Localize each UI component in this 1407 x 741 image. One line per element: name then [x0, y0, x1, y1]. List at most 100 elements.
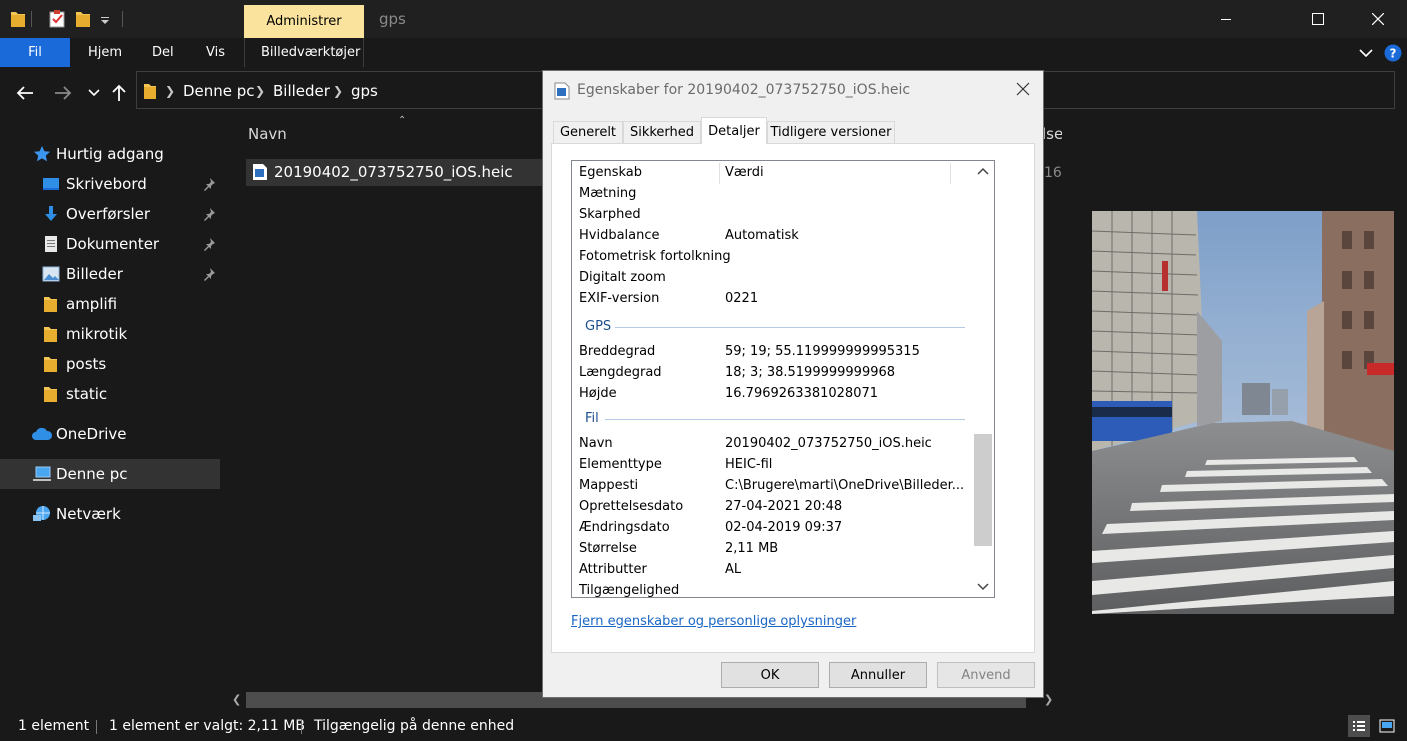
new-folder-icon[interactable] — [74, 9, 92, 29]
recent-locations-button[interactable] — [82, 81, 106, 105]
group-divider — [615, 327, 965, 328]
maximize-icon — [1312, 13, 1324, 25]
folder-icon — [9, 9, 27, 29]
property-row[interactable]: Mappesti C:\Brugere\marti\OneDrive\Billed… — [572, 475, 972, 496]
properties-icon[interactable] — [48, 9, 66, 29]
folder-icon — [42, 355, 60, 373]
breadcrumb-gps[interactable]: gps — [351, 82, 378, 100]
cancel-button[interactable]: Annuller — [829, 662, 927, 688]
sidebar-item-hurtig-adgang[interactable]: Hurtig adgang — [0, 139, 220, 169]
group-header-fil[interactable]: Fil — [585, 409, 965, 429]
breadcrumb-denne-pc[interactable]: Denne pc — [183, 82, 255, 100]
sidebar-item-onedrive[interactable]: OneDrive — [0, 419, 220, 449]
property-name: Højde — [579, 386, 617, 401]
property-row[interactable]: Elementtype HEIC-fil — [572, 454, 972, 475]
file-row[interactable]: 20190402_073752750_iOS.heic — [246, 159, 546, 186]
breadcrumb-separator-icon[interactable]: ❯ — [255, 84, 265, 98]
column-header-size[interactable]: lse — [1042, 125, 1063, 143]
large-icons-view-button[interactable] — [1376, 715, 1398, 737]
tab-sikkerhed[interactable]: Sikkerhed — [623, 121, 701, 143]
preview-pane — [1062, 119, 1407, 709]
property-row[interactable]: Digitalt zoom — [572, 267, 972, 288]
breadcrumb-separator-icon[interactable]: ❯ — [333, 84, 343, 98]
property-row[interactable]: Højde 16.7969263381028071 — [572, 383, 972, 404]
back-button[interactable] — [13, 81, 37, 105]
tab-billedvaerktojer[interactable]: Billedværktøjer — [261, 38, 360, 67]
scroll-left-icon[interactable]: ❮ — [232, 693, 241, 706]
property-row[interactable]: Navn 20190402_073752750_iOS.heic — [572, 433, 972, 454]
chevron-up-icon[interactable] — [977, 166, 989, 178]
close-window-button[interactable] — [1355, 0, 1401, 38]
contextual-tab-administrer[interactable]: Administrer — [244, 5, 364, 38]
scrollbar-thumb[interactable] — [974, 434, 992, 546]
property-row[interactable]: Længdegrad 18; 3; 38.5199999999968 — [572, 362, 972, 383]
apply-button[interactable]: Anvend — [937, 662, 1035, 688]
properties-list[interactable]: Egenskab Værdi Mætning Skarphed Hvidbala… — [571, 160, 995, 598]
desktop-folder-icon — [42, 175, 60, 193]
ribbon-tabs: Fil Hjem Del Vis Billedværktøjer ? — [0, 38, 1407, 67]
tab-fil[interactable]: Fil — [0, 38, 70, 67]
sidebar-item-dokumenter[interactable]: Dokumenter — [0, 229, 220, 259]
cloud-icon — [31, 425, 53, 443]
property-row[interactable]: Breddegrad 59; 19; 55.119999999995315 — [572, 341, 972, 362]
breadcrumb-billeder[interactable]: Billeder — [273, 82, 330, 100]
property-row[interactable]: Oprettelsesdato 27-04-2021 20:48 — [572, 496, 972, 517]
breadcrumb-separator-icon[interactable]: ❯ — [165, 84, 175, 98]
tab-hjem[interactable]: Hjem — [88, 38, 122, 67]
sidebar-item-skrivebord[interactable]: Skrivebord — [0, 169, 220, 199]
sidebar-item-overforsler[interactable]: Overførsler — [0, 199, 220, 229]
close-icon — [1372, 13, 1384, 25]
sidebar-item-label: Skrivebord — [66, 175, 147, 193]
dialog-title: Egenskaber for 20190402_073752750_iOS.he… — [577, 82, 911, 98]
property-value: 20190402_073752750_iOS.heic — [725, 436, 932, 451]
property-row[interactable]: Attributter AL — [572, 559, 972, 580]
column-header-vaerdi[interactable]: Værdi — [725, 165, 764, 180]
property-name: Elementtype — [579, 457, 662, 472]
column-divider[interactable] — [950, 163, 951, 184]
remove-properties-link[interactable]: Fjern egenskaber og personlige oplysning… — [571, 614, 856, 629]
arrow-right-icon — [55, 86, 72, 100]
property-row[interactable]: Fotometrisk fortolkning — [572, 246, 972, 267]
sidebar-item-netvaerk[interactable]: Netværk — [0, 499, 220, 529]
property-row[interactable]: Tilgængelighed — [572, 580, 972, 597]
property-row[interactable]: Skarphed — [572, 204, 972, 225]
property-name: Attributter — [579, 562, 647, 577]
chevron-down-icon[interactable] — [977, 580, 989, 592]
details-view-button[interactable] — [1348, 715, 1370, 737]
expand-ribbon-button[interactable] — [1359, 38, 1377, 67]
property-value: 0221 — [725, 291, 759, 306]
column-header-egenskab[interactable]: Egenskab — [579, 165, 642, 180]
sidebar-item-denne-pc[interactable]: Denne pc — [0, 459, 220, 489]
vertical-scrollbar[interactable] — [972, 161, 994, 597]
maximize-button[interactable] — [1295, 0, 1341, 38]
sidebar-item-mikrotik[interactable]: mikrotik — [0, 319, 220, 349]
up-button[interactable] — [107, 81, 131, 105]
sidebar-item-static[interactable]: static — [0, 379, 220, 409]
tab-detaljer[interactable]: Detaljer — [701, 117, 767, 144]
ok-button[interactable]: OK — [721, 662, 819, 688]
tab-vis[interactable]: Vis — [206, 38, 225, 67]
help-button[interactable]: ? — [1384, 38, 1402, 67]
group-header-gps[interactable]: GPS — [585, 317, 965, 337]
minimize-button[interactable] — [1203, 0, 1249, 38]
tab-tidligere-versioner[interactable]: Tidligere versioner — [767, 121, 895, 143]
large-icons-view-icon — [1379, 719, 1395, 733]
property-row[interactable]: Mætning — [572, 183, 972, 204]
tab-del[interactable]: Del — [152, 38, 174, 67]
scroll-right-icon[interactable]: ❯ — [1044, 693, 1053, 706]
column-divider[interactable] — [719, 163, 720, 184]
computer-icon — [32, 465, 52, 483]
customize-quick-access-icon[interactable] — [98, 9, 112, 29]
tab-generelt[interactable]: Generelt — [553, 121, 623, 143]
property-row[interactable]: Hvidbalance Automatisk — [572, 225, 972, 246]
property-row[interactable]: EXIF-version 0221 — [572, 288, 972, 309]
sidebar-item-posts[interactable]: posts — [0, 349, 220, 379]
property-name: Mætning — [579, 186, 637, 201]
forward-button[interactable] — [51, 81, 75, 105]
column-header-name[interactable]: Navn — [248, 125, 287, 143]
sidebar-item-amplifi[interactable]: amplifi — [0, 289, 220, 319]
property-row[interactable]: Ændringsdato 02-04-2019 09:37 — [572, 517, 972, 538]
dialog-close-button[interactable] — [1011, 77, 1035, 101]
property-row[interactable]: Størrelse 2,11 MB — [572, 538, 972, 559]
sidebar-item-billeder[interactable]: Billeder — [0, 259, 220, 289]
